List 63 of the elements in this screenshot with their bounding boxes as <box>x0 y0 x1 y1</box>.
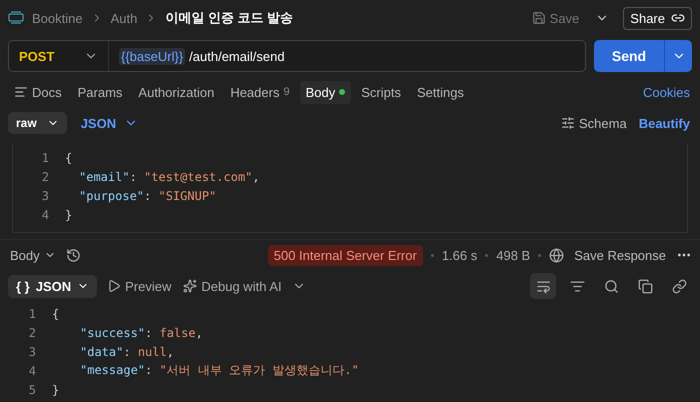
line-number: 5 <box>28 382 37 396</box>
beautify-button[interactable]: Beautify <box>636 114 692 132</box>
save-icon <box>532 11 546 25</box>
line-number: 2 <box>28 326 37 340</box>
line-number: 1 <box>28 306 37 320</box>
word-wrap-button[interactable] <box>530 273 556 299</box>
request-tab[interactable]: Authorization <box>132 80 220 104</box>
body-view-dropdown[interactable]: Body <box>8 246 58 264</box>
request-tab[interactable]: Headers 9 <box>224 80 296 104</box>
debug-ai-button[interactable]: Debug with AI <box>181 276 284 296</box>
line-number: 3 <box>40 188 50 202</box>
code-line: } <box>65 208 72 222</box>
breadcrumb-item[interactable]: Auth <box>110 10 138 26</box>
save-button[interactable]: Save <box>530 8 582 28</box>
request-title: 이메일 인증 코드 발송 <box>165 9 294 27</box>
code-line: "data": null, <box>79 344 174 358</box>
response-time: 1.66 s <box>442 248 478 262</box>
code-line: "purpose": "SIGNUP" <box>78 188 216 202</box>
format-dropdown[interactable]: JSON <box>74 114 144 132</box>
code-line: "success": false, <box>79 326 203 340</box>
code-line: } <box>52 382 60 396</box>
globe-icon <box>549 248 564 262</box>
line-number: 4 <box>40 208 50 222</box>
request-tab[interactable]: Body <box>300 80 352 104</box>
response-size: 498 B <box>496 248 530 262</box>
play-icon <box>107 279 122 293</box>
save-response-button[interactable]: Save Response <box>572 246 668 264</box>
body-mode-dropdown[interactable]: raw <box>8 112 67 134</box>
sliders-icon <box>561 116 575 130</box>
code-line: { <box>52 306 60 320</box>
line-number: 4 <box>28 364 37 378</box>
request-tab[interactable]: Docs <box>8 80 68 104</box>
line-number: 3 <box>28 344 37 358</box>
filter-icon <box>570 278 584 294</box>
link-icon <box>672 278 686 294</box>
line-number: 1 <box>40 150 50 164</box>
preview-button[interactable]: Preview <box>105 276 174 296</box>
docs-icon <box>14 85 28 99</box>
http-icon <box>8 11 24 25</box>
share-button[interactable]: Share <box>623 6 692 30</box>
request-tab[interactable]: Settings <box>410 80 470 104</box>
code-line: { <box>65 150 72 164</box>
code-line: "message": "서버 내부 오류가 발생했습니다." <box>79 362 359 379</box>
code-line: "email": "test@test.com", <box>78 170 260 184</box>
send-button[interactable]: Send <box>594 40 664 72</box>
braces-icon: { } <box>16 278 30 294</box>
history-icon <box>66 248 81 262</box>
tab-count: 9 <box>283 86 290 98</box>
sparkle-icon <box>183 279 198 293</box>
cookies-link[interactable]: Cookies <box>641 82 692 102</box>
request-tab[interactable]: Scripts <box>355 80 407 104</box>
request-tab[interactable]: Params <box>72 80 128 104</box>
word-wrap-icon <box>536 278 550 294</box>
copy-icon <box>638 278 652 294</box>
schema-button[interactable]: Schema <box>559 114 629 132</box>
status-badge: 500 Internal Server Error <box>268 244 423 266</box>
response-format-dropdown[interactable]: { } JSON <box>8 274 98 298</box>
breadcrumb-item[interactable]: Booktine <box>32 10 83 26</box>
line-number: 2 <box>40 170 50 184</box>
method-dropdown[interactable]: POST <box>9 41 109 71</box>
url-path[interactable]: /auth/email/send <box>189 48 285 64</box>
url-variable: {{baseUrl}} <box>119 48 186 64</box>
search-icon <box>604 278 618 294</box>
